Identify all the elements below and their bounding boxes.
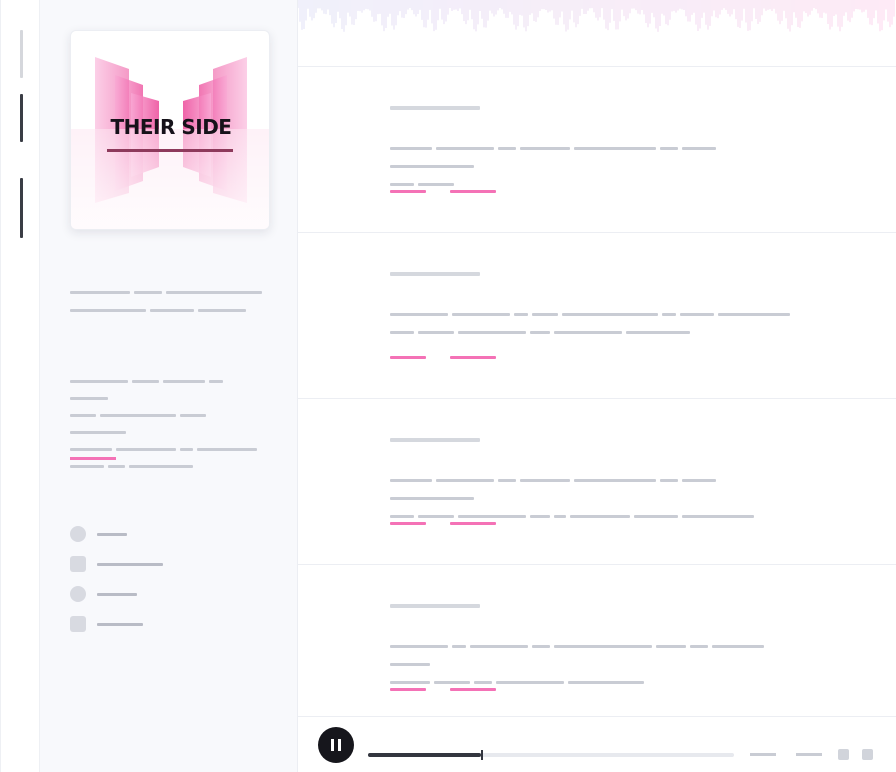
filter-option-2[interactable] — [70, 556, 163, 572]
pause-icon — [331, 739, 334, 751]
episode-play-link[interactable] — [390, 688, 426, 691]
header-waveform-decoration — [298, 0, 895, 32]
show-more-link[interactable] — [70, 457, 116, 460]
filter-label — [97, 532, 127, 536]
filter-label — [97, 592, 137, 596]
episode-details-link[interactable] — [450, 688, 496, 691]
cover-underline — [107, 149, 233, 152]
podcast-cover-art: THEIR SIDE — [70, 30, 270, 230]
divider — [298, 66, 896, 67]
episode-description — [390, 638, 806, 692]
filter-option-4[interactable] — [70, 616, 143, 632]
filter-label — [97, 562, 163, 566]
audio-player — [298, 716, 896, 772]
forward-icon[interactable] — [862, 749, 873, 760]
rewind-icon[interactable] — [838, 749, 849, 760]
episode-details-link[interactable] — [450, 356, 496, 359]
app-rail — [0, 0, 40, 772]
progress-handle[interactable] — [481, 750, 484, 760]
about-text — [70, 284, 266, 320]
hosts-text — [70, 374, 266, 476]
progress-track[interactable] — [368, 750, 734, 760]
pause-button[interactable] — [318, 727, 354, 763]
pause-icon — [338, 739, 341, 751]
rail-item-3[interactable] — [20, 178, 23, 238]
filter-label — [97, 622, 143, 626]
divider — [298, 398, 896, 399]
episode-list — [298, 0, 896, 716]
episode-date — [390, 438, 480, 442]
checkbox-icon[interactable] — [70, 556, 86, 572]
divider — [298, 232, 896, 233]
progress-fill — [368, 753, 482, 757]
checkbox-icon[interactable] — [70, 616, 86, 632]
rail-item-1[interactable] — [20, 30, 23, 78]
episode-play-link[interactable] — [390, 190, 426, 193]
episode-description — [390, 306, 806, 342]
rail-item-2[interactable] — [20, 94, 23, 142]
podcast-sidebar: THEIR SIDE — [40, 0, 298, 772]
divider — [298, 564, 896, 565]
cover-title: THEIR SIDE — [110, 115, 232, 139]
radio-icon[interactable] — [70, 586, 86, 602]
remaining-time — [796, 753, 822, 756]
episode-date — [390, 604, 480, 608]
episode-play-link[interactable] — [390, 356, 426, 359]
episode-date — [390, 272, 480, 276]
radio-icon[interactable] — [70, 526, 86, 542]
episode-date — [390, 106, 480, 110]
episode-play-link[interactable] — [390, 522, 426, 525]
episode-details-link[interactable] — [450, 522, 496, 525]
episode-description — [390, 140, 806, 194]
filter-option-1[interactable] — [70, 526, 127, 542]
filter-option-3[interactable] — [70, 586, 137, 602]
episode-description — [390, 472, 806, 526]
episode-details-link[interactable] — [450, 190, 496, 193]
elapsed-time — [750, 753, 776, 756]
